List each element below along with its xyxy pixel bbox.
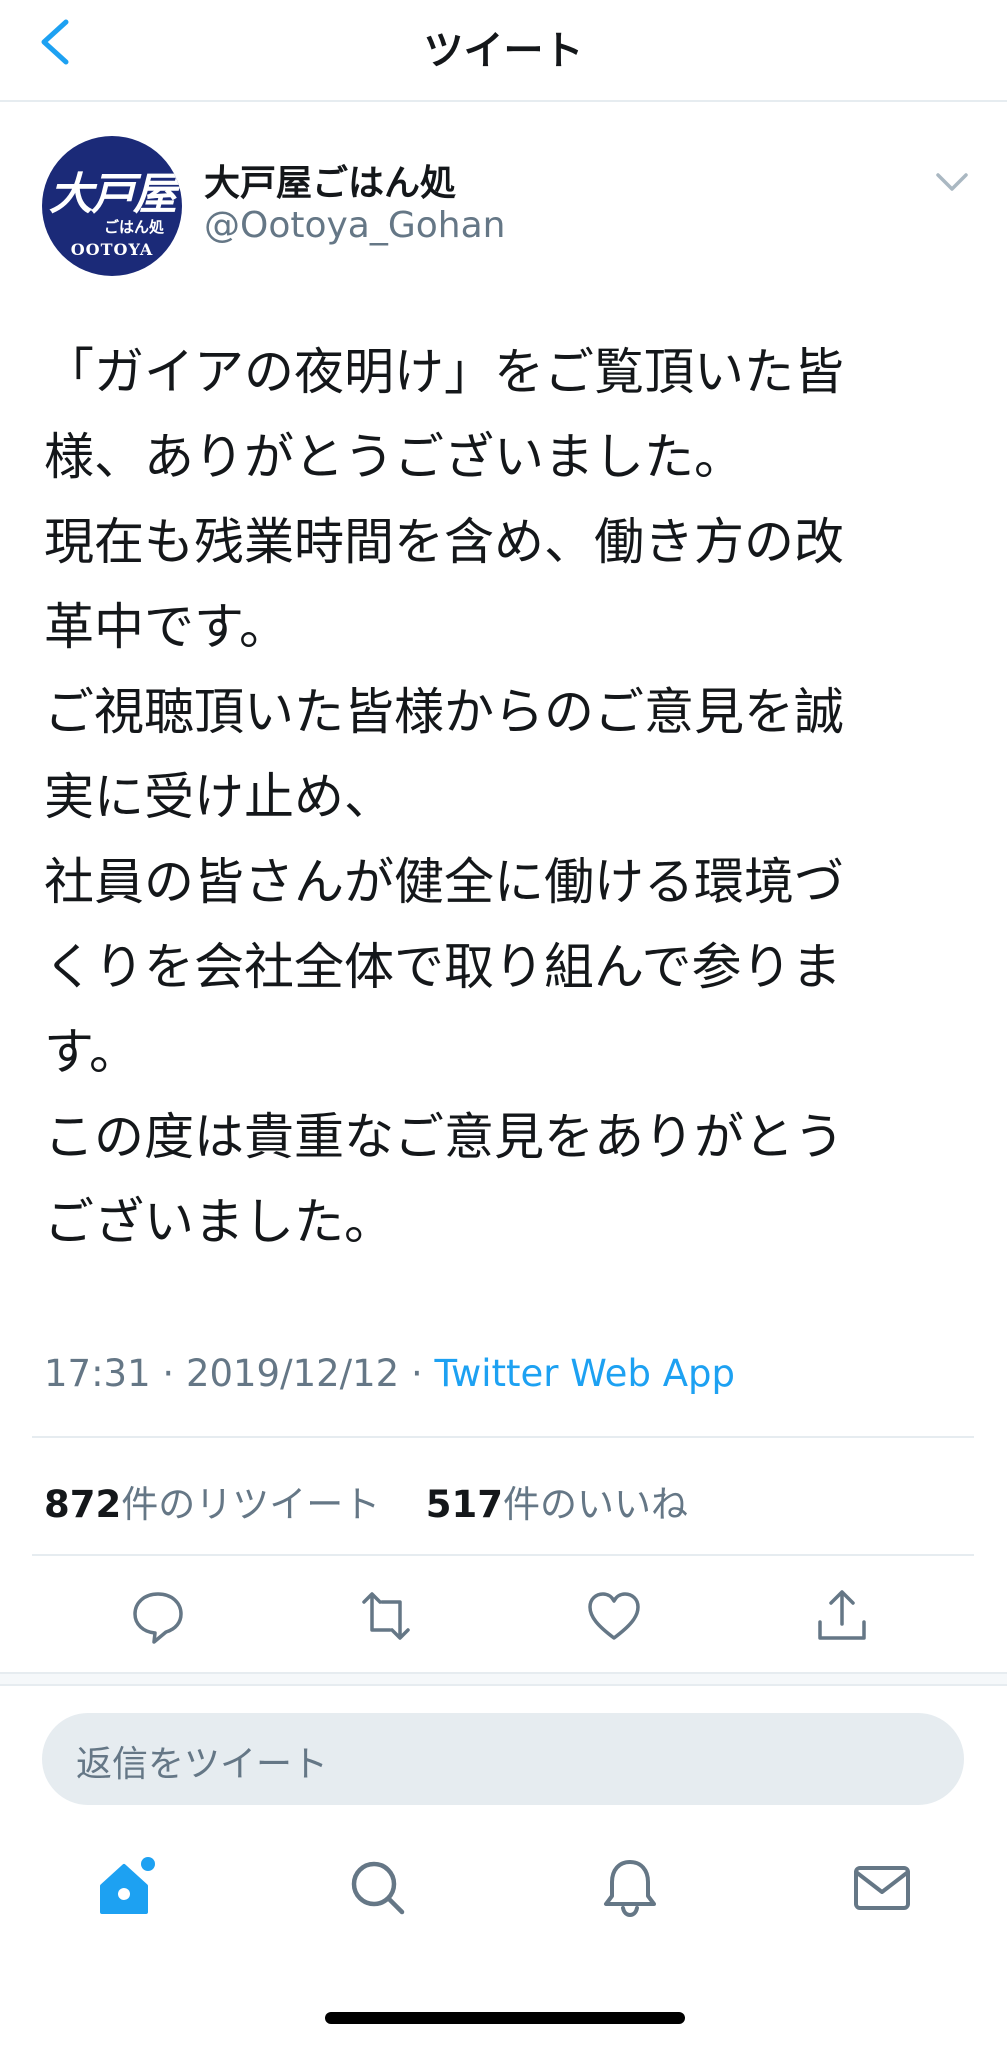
meta-separator: · <box>399 1352 435 1395</box>
chevron-down-icon[interactable] <box>934 170 970 194</box>
page-title: ツイート <box>423 28 584 74</box>
heart-icon[interactable] <box>584 1586 644 1646</box>
meta-separator: · <box>150 1352 186 1395</box>
likes-label: 件のいいね <box>503 1483 688 1526</box>
reply-icon[interactable] <box>128 1586 188 1646</box>
avatar-logo-subtext: ごはん処 <box>103 218 164 236</box>
divider <box>32 1436 974 1438</box>
tweet-date: 2019/12/12 <box>185 1352 400 1395</box>
retweet-icon[interactable] <box>356 1586 416 1646</box>
search-icon[interactable] <box>346 1856 410 1920</box>
reply-input[interactable]: 返信をツイート <box>42 1713 964 1805</box>
avatar-logo-english: OOTOYA <box>70 240 154 259</box>
retweets-label: 件のリツイート <box>121 1483 381 1526</box>
mail-icon[interactable] <box>850 1856 914 1920</box>
tweet-source-link[interactable]: Twitter Web App <box>435 1352 735 1395</box>
tweet-stats: 872件のリツイート 517件のいいね <box>44 1474 688 1528</box>
reply-placeholder: 返信をツイート <box>76 1744 329 1785</box>
tweet-time: 17:31 <box>44 1352 151 1395</box>
home-indicator <box>325 2012 685 2024</box>
tweet-text: 「ガイアの夜明け」をご覧頂いた皆 様、ありがとうございました。 現在も残業時間を… <box>44 343 844 1251</box>
retweets-stat[interactable]: 872件のリツイート <box>44 1483 380 1526</box>
tweet-meta: 17:31 · 2019/12/12 · Twitter Web App <box>44 1352 735 1395</box>
section-divider <box>0 1672 1007 1686</box>
share-icon[interactable] <box>812 1586 872 1646</box>
divider <box>32 1554 974 1556</box>
home-icon[interactable] <box>94 1856 158 1920</box>
likes-count: 517 <box>425 1483 503 1526</box>
top-bar: ツイート <box>0 0 1007 102</box>
avatar[interactable]: 大戸屋 ごはん処 OOTOYA <box>42 136 182 276</box>
bell-icon[interactable] <box>598 1856 662 1920</box>
author-handle[interactable]: @Ootoya_Gohan <box>204 205 505 246</box>
author-display-name[interactable]: 大戸屋ごはん処 <box>204 154 456 206</box>
likes-stat[interactable]: 517件のいいね <box>426 1483 688 1526</box>
retweets-count: 872 <box>44 1483 122 1526</box>
avatar-logo-text: 大戸屋 <box>49 169 177 220</box>
